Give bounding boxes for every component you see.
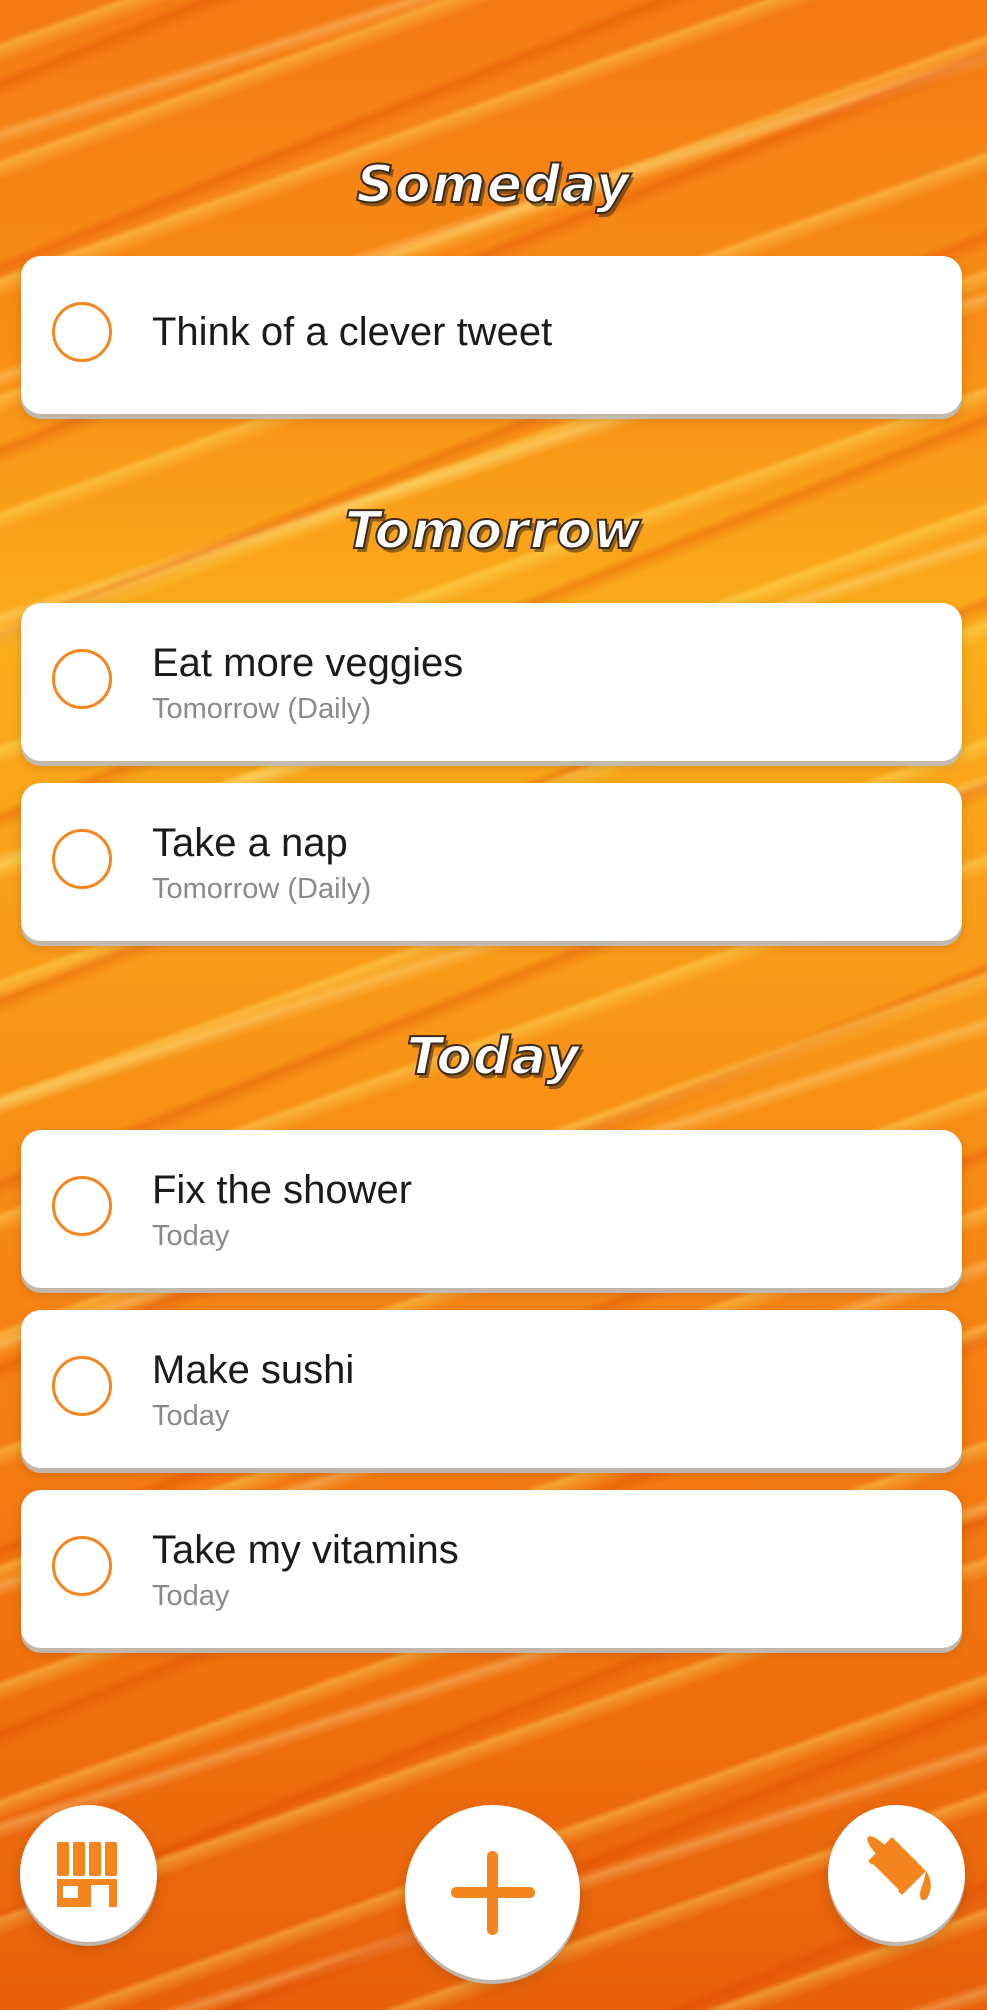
complete-checkbox[interactable] xyxy=(52,649,112,709)
store-button[interactable] xyxy=(20,1805,157,1942)
section-title-today: Today xyxy=(405,1026,581,1088)
task-due-label: Today xyxy=(152,1220,230,1252)
task-card[interactable]: Think of a clever tweet xyxy=(21,256,962,414)
task-due-label: Tomorrow (Daily) xyxy=(152,693,372,725)
paint-bucket-icon xyxy=(867,1836,931,1901)
task-title: Make sushi xyxy=(152,1348,355,1392)
task-title: Fix the shower xyxy=(152,1168,413,1212)
task-due-label: Tomorrow (Daily) xyxy=(152,873,372,905)
complete-checkbox[interactable] xyxy=(52,829,112,889)
task-card[interactable]: Make sushi Today xyxy=(21,1310,962,1468)
complete-checkbox[interactable] xyxy=(52,1536,112,1596)
task-title: Eat more veggies xyxy=(152,641,464,685)
complete-checkbox[interactable] xyxy=(52,1176,112,1236)
task-title: Take a nap xyxy=(152,821,348,865)
task-card[interactable]: Take a nap Tomorrow (Daily) xyxy=(21,783,962,941)
task-card[interactable]: Take my vitamins Today xyxy=(21,1490,962,1648)
task-due-label: Today xyxy=(152,1580,230,1612)
section-title-someday: Someday xyxy=(355,154,631,216)
task-title: Take my vitamins xyxy=(152,1528,459,1572)
section-title-tomorrow: Tomorrow xyxy=(344,500,643,562)
store-icon xyxy=(57,1842,117,1907)
plus-icon xyxy=(451,1851,535,1935)
task-title: Think of a clever tweet xyxy=(152,310,553,354)
complete-checkbox[interactable] xyxy=(52,302,112,362)
add-task-button[interactable] xyxy=(405,1805,580,1980)
complete-checkbox[interactable] xyxy=(52,1356,112,1416)
task-due-label: Today xyxy=(152,1400,230,1432)
task-card[interactable]: Eat more veggies Tomorrow (Daily) xyxy=(21,603,962,761)
theme-button[interactable] xyxy=(828,1805,965,1942)
task-card[interactable]: Fix the shower Today xyxy=(21,1130,962,1288)
